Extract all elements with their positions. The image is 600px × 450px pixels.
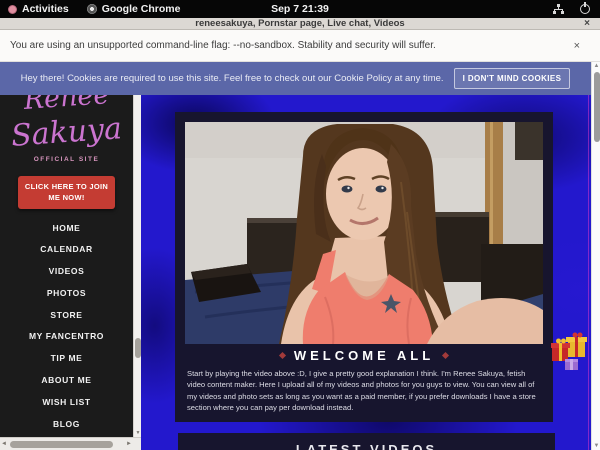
flag-warning-bar: You are using an unsupported command-lin… (0, 30, 600, 62)
sidebar-item-calendar[interactable]: CALENDAR (0, 239, 133, 261)
welcome-heading-row: WELCOME ALL (185, 348, 543, 363)
latest-videos-panel: LATEST VIDEOS (178, 433, 555, 450)
sidebar-item-wish-list[interactable]: WISH LIST (0, 392, 133, 414)
gift-boxes-icon[interactable] (551, 330, 587, 374)
activities-button[interactable]: Activities (8, 3, 69, 15)
latest-videos-heading: LATEST VIDEOS (178, 442, 555, 450)
sidebar-item-store[interactable]: STORE (0, 305, 133, 327)
sidebar: Renee Sakuya OFFICIAL SITE CLICK HERE TO… (0, 95, 133, 437)
window-title: reneesakuya, Pornstar page, Live chat, V… (195, 18, 404, 29)
sidebar-item-photos[interactable]: PHOTOS (0, 283, 133, 305)
site-logo-line2[interactable]: Sakuya (0, 110, 133, 154)
activities-icon (8, 5, 17, 14)
app-menu-button[interactable]: Google Chrome (87, 3, 181, 15)
scroll-left-arrow-icon[interactable]: ◄ (1, 441, 7, 447)
scroll-up-arrow-icon[interactable]: ▲ (592, 63, 600, 69)
edge-decoration (588, 95, 589, 450)
network-icon[interactable] (553, 4, 564, 14)
site-tagline: OFFICIAL SITE (0, 156, 133, 163)
webcam-video-player[interactable] (185, 122, 543, 344)
scroll-down-arrow-icon[interactable]: ▼ (592, 443, 600, 449)
join-now-button[interactable]: CLICK HERE TO JOIN ME NOW! (18, 176, 115, 209)
window-title-bar: reneesakuya, Pornstar page, Live chat, V… (0, 18, 600, 30)
main-area: WELCOME ALL Start by playing the video a… (141, 95, 591, 450)
welcome-paragraph: Start by playing the video above :D, I g… (185, 368, 543, 414)
flag-warning-close-icon[interactable]: × (574, 40, 580, 52)
cookie-banner: Hey there! Cookies are required to use t… (0, 62, 591, 95)
sidebar-item-home[interactable]: HOME (0, 218, 133, 240)
power-icon[interactable] (580, 4, 590, 14)
window-close-icon[interactable]: × (584, 18, 590, 29)
welcome-heading: WELCOME ALL (294, 348, 434, 363)
diamond-icon (442, 352, 449, 359)
welcome-panel: WELCOME ALL Start by playing the video a… (175, 112, 553, 422)
page-vertical-scrollbar[interactable]: ▲ ▼ (591, 62, 600, 450)
cookie-message: Hey there! Cookies are required to use t… (21, 73, 444, 84)
sidebar-vertical-scrollbar[interactable]: ▼ (133, 95, 141, 437)
screen: Activities Google Chrome Sep 7 21:39 ren… (0, 0, 600, 450)
sidebar-item-tip-me[interactable]: TIP ME (0, 348, 133, 370)
sidebar-horizontal-scroll-thumb[interactable] (10, 441, 113, 448)
page-content: Renee Sakuya OFFICIAL SITE CLICK HERE TO… (0, 95, 591, 450)
web-page: Hey there! Cookies are required to use t… (0, 62, 600, 450)
scroll-right-arrow-icon[interactable]: ► (126, 441, 132, 447)
sidebar-item-blog[interactable]: BLOG (0, 414, 133, 436)
activities-label: Activities (22, 3, 69, 15)
page-scroll-thumb[interactable] (594, 72, 600, 142)
sidebar-nav: HOME CALENDAR VIDEOS PHOTOS STORE MY FAN… (0, 218, 133, 436)
chrome-icon (87, 4, 97, 14)
flag-warning-text: You are using an unsupported command-lin… (10, 40, 436, 51)
app-menu-label: Google Chrome (102, 3, 181, 15)
sidebar-item-my-fancentro[interactable]: MY FANCENTRO (0, 326, 133, 348)
sidebar-item-about-me[interactable]: ABOUT ME (0, 370, 133, 392)
sidebar-horizontal-scrollbar[interactable]: ◄ ► (0, 437, 141, 450)
sidebar-item-videos[interactable]: VIDEOS (0, 261, 133, 283)
gnome-top-bar: Activities Google Chrome Sep 7 21:39 (0, 0, 600, 18)
diamond-icon (279, 352, 286, 359)
cookie-accept-button[interactable]: I DON'T MIND COOKIES (454, 68, 571, 89)
